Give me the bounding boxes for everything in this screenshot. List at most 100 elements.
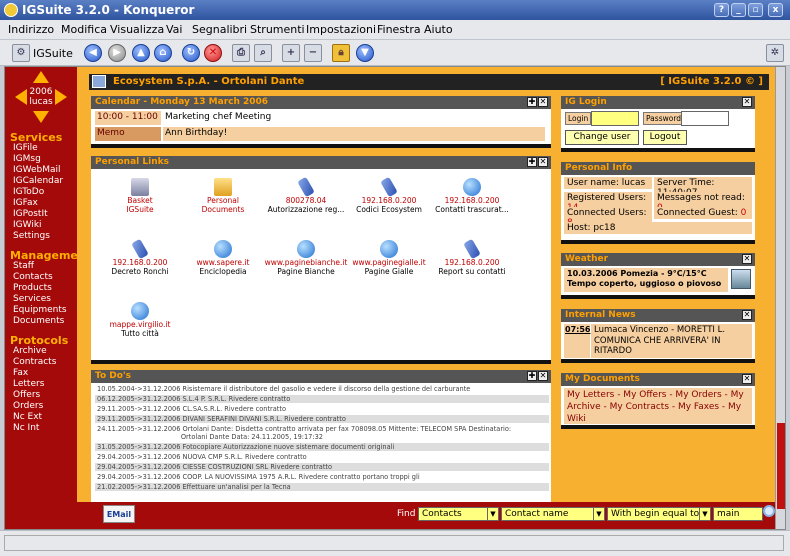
menu-strumenti[interactable]: Strumenti — [250, 23, 305, 36]
nav-settings[interactable]: Settings — [13, 231, 50, 241]
todo-row[interactable]: 10.05.2004->31.12.2006 Risistemare il di… — [95, 385, 549, 393]
panel-move-icon[interactable]: ✚ — [527, 97, 537, 107]
back-icon[interactable]: ◀ — [84, 44, 102, 62]
nav-letters[interactable]: Letters — [13, 379, 44, 389]
logout-button[interactable]: Logout — [643, 130, 687, 145]
menu-vai[interactable]: Vai — [166, 23, 182, 36]
nav-nc-ext[interactable]: Nc Ext — [13, 412, 42, 422]
konqueror-gear-icon[interactable]: ✲ — [766, 44, 784, 62]
panel-close-icon[interactable]: ✕ — [742, 97, 752, 107]
menu-modifica[interactable]: Modifica — [61, 23, 107, 36]
nav-igfile[interactable]: IGFile — [13, 143, 38, 153]
nav-archive[interactable]: Archive — [13, 346, 47, 356]
link-item[interactable]: Basket IGSuite — [95, 178, 185, 214]
password-input[interactable] — [681, 111, 729, 126]
change-user-button[interactable]: Change user — [565, 130, 639, 145]
nav-equipments[interactable]: Equipments — [13, 305, 67, 315]
panel-close-icon[interactable]: ✕ — [742, 374, 752, 384]
menu-segnalibri[interactable]: Segnalibri — [192, 23, 247, 36]
find-table-select[interactable]: Contacts ▼ — [418, 507, 499, 521]
link-item[interactable]: Personal Documents — [178, 178, 268, 214]
find-field-select[interactable]: Contact name ▼ — [501, 507, 605, 521]
minimize-icon[interactable]: _ — [731, 3, 746, 17]
panel-close-icon[interactable]: ✕ — [742, 254, 752, 264]
todo-row[interactable]: 31.05.2005->31.12.2006 Fotocopiare Autor… — [95, 443, 549, 451]
link-item[interactable]: www.paginebianche.it Pagine Bianche — [261, 240, 351, 276]
nav-contacts[interactable]: Contacts — [13, 272, 53, 282]
menu-indirizzo[interactable]: Indirizzo — [8, 23, 54, 36]
news-time[interactable]: 07:56 — [564, 324, 590, 358]
panel-close-icon[interactable]: ✕ — [742, 310, 752, 320]
lock-icon[interactable]: 🔒︎ — [332, 44, 350, 62]
link-item[interactable]: 192.168.0.200 Codici Ecosystem — [344, 176, 434, 214]
home-icon[interactable]: ⌂ — [154, 44, 172, 62]
stop-icon[interactable]: ✕ — [204, 44, 222, 62]
vertical-scrollbar[interactable] — [775, 67, 785, 529]
todo-row[interactable]: 24.11.2005->31.12.2006 Ortolani Dante: D… — [95, 425, 549, 433]
panel-close-icon[interactable]: ✕ — [538, 371, 548, 381]
help-icon[interactable]: ? — [714, 3, 729, 17]
todo-row[interactable]: 29.04.2005->31.12.2006 NUOVA CMP S.R.L. … — [95, 453, 549, 461]
panel-close-icon[interactable]: ✕ — [538, 157, 548, 167]
zoom-fit-icon[interactable]: ⌕ — [254, 44, 272, 62]
menu-visualizza[interactable]: Visualizza — [110, 23, 164, 36]
maximize-icon[interactable]: ▫ — [748, 3, 763, 17]
link-item[interactable]: 192.168.0.200 Report su contatti — [427, 238, 517, 276]
print-icon[interactable]: ⎙ — [232, 44, 250, 62]
nav-orders[interactable]: Orders — [13, 401, 43, 411]
menubar: Indirizzo Modifica Visualizza Vai Segnal… — [0, 20, 790, 40]
panel-move-icon[interactable]: ✚ — [527, 371, 537, 381]
link-item[interactable]: www.paginegialle.it Pagine Gialle — [344, 240, 434, 276]
todo-row[interactable]: Ortolani Dante Data: 24.11.2005, 19:17:3… — [95, 433, 549, 441]
nav-igpostit[interactable]: IGPostIt — [13, 209, 48, 219]
nav-nc-int[interactable]: Nc Int — [13, 423, 39, 433]
nav-contracts[interactable]: Contracts — [13, 357, 56, 367]
nav-igwiki[interactable]: IGWiki — [13, 220, 42, 230]
calendar-event[interactable]: Marketing chef Meeting — [163, 111, 545, 125]
nav-staff[interactable]: Staff — [13, 261, 34, 271]
panel-close-icon[interactable]: ✕ — [538, 97, 548, 107]
email-button[interactable]: EMail — [103, 505, 135, 523]
nav-igtodo[interactable]: IGToDo — [13, 187, 44, 197]
calendar-memo[interactable]: Ann Birthday! — [163, 127, 545, 141]
link-item[interactable]: www.sapere.it Enciclopedia — [178, 240, 268, 276]
login-input[interactable] — [591, 111, 639, 126]
todo-row[interactable]: 29.11.2005->31.12.2006 DIVANI SERAFINI D… — [95, 415, 549, 423]
link-item[interactable]: mappe.virgilio.it Tutto città — [95, 302, 185, 338]
nav-igmsg[interactable]: IGMsg — [13, 154, 41, 164]
todo-row[interactable]: 29.04.2005->31.12.2006 CIESSE COSTRUZION… — [95, 463, 549, 471]
nav-services[interactable]: Services — [13, 294, 51, 304]
menu-finestra[interactable]: Finestra — [377, 23, 421, 36]
nav-documents[interactable]: Documents — [13, 316, 64, 326]
news-text[interactable]: Lumaca Vincenzo - MORETTI L. COMUNICA CH… — [591, 324, 752, 358]
link-item[interactable]: 800278.04 Autorizzazione reg... — [261, 176, 351, 214]
close-icon[interactable]: x — [768, 3, 783, 17]
nav-offers[interactable]: Offers — [13, 390, 40, 400]
reload-icon[interactable]: ↻ — [182, 44, 200, 62]
scrollbar-thumb[interactable] — [777, 423, 785, 509]
forward-icon[interactable]: ▶ — [108, 44, 126, 62]
nav-products[interactable]: Products — [13, 283, 52, 293]
todo-row[interactable]: 29.04.2005->31.12.2006 COOP. LA NUOVISSI… — [95, 473, 549, 481]
todo-row[interactable]: 29.11.2005->31.12.2006 CL.SA.S.R.L. Rive… — [95, 405, 549, 413]
zoom-in-icon[interactable]: + — [282, 44, 300, 62]
nav-igcalendar[interactable]: IGCalendar — [13, 176, 63, 186]
todo-row[interactable]: 06.12.2005->31.12.2006 S.L.4 P. S.R.L. R… — [95, 395, 549, 403]
find-mode-select[interactable]: With begin equal to ▼ — [607, 507, 711, 521]
menu-impostazioni[interactable]: Impostazioni — [306, 23, 376, 36]
nav-igwebmail[interactable]: IGWebMail — [13, 165, 61, 175]
download-icon[interactable]: ▼ — [356, 44, 374, 62]
nav-igfax[interactable]: IGFax — [13, 198, 38, 208]
documents-links[interactable]: My Letters - My Offers - My Orders - My … — [564, 388, 752, 424]
todo-row[interactable]: 21.02.2005->31.12.2006 Effettuare un'ana… — [95, 483, 549, 491]
igsuite-icon[interactable]: ⚙ — [12, 44, 30, 62]
link-item[interactable]: 192.168.0.200 Decreto Ronchi — [95, 238, 185, 276]
nav-fax[interactable]: Fax — [13, 368, 28, 378]
zoom-out-icon[interactable]: − — [304, 44, 322, 62]
menu-aiuto[interactable]: Aiuto — [424, 23, 453, 36]
panel-move-icon[interactable]: ✚ — [527, 157, 537, 167]
find-value-input[interactable]: main — [713, 507, 763, 521]
up-icon[interactable]: ▲ — [132, 44, 150, 62]
search-icon[interactable] — [763, 505, 775, 517]
link-item[interactable]: 192.168.0.200 Contatti trascurat... — [427, 178, 517, 214]
